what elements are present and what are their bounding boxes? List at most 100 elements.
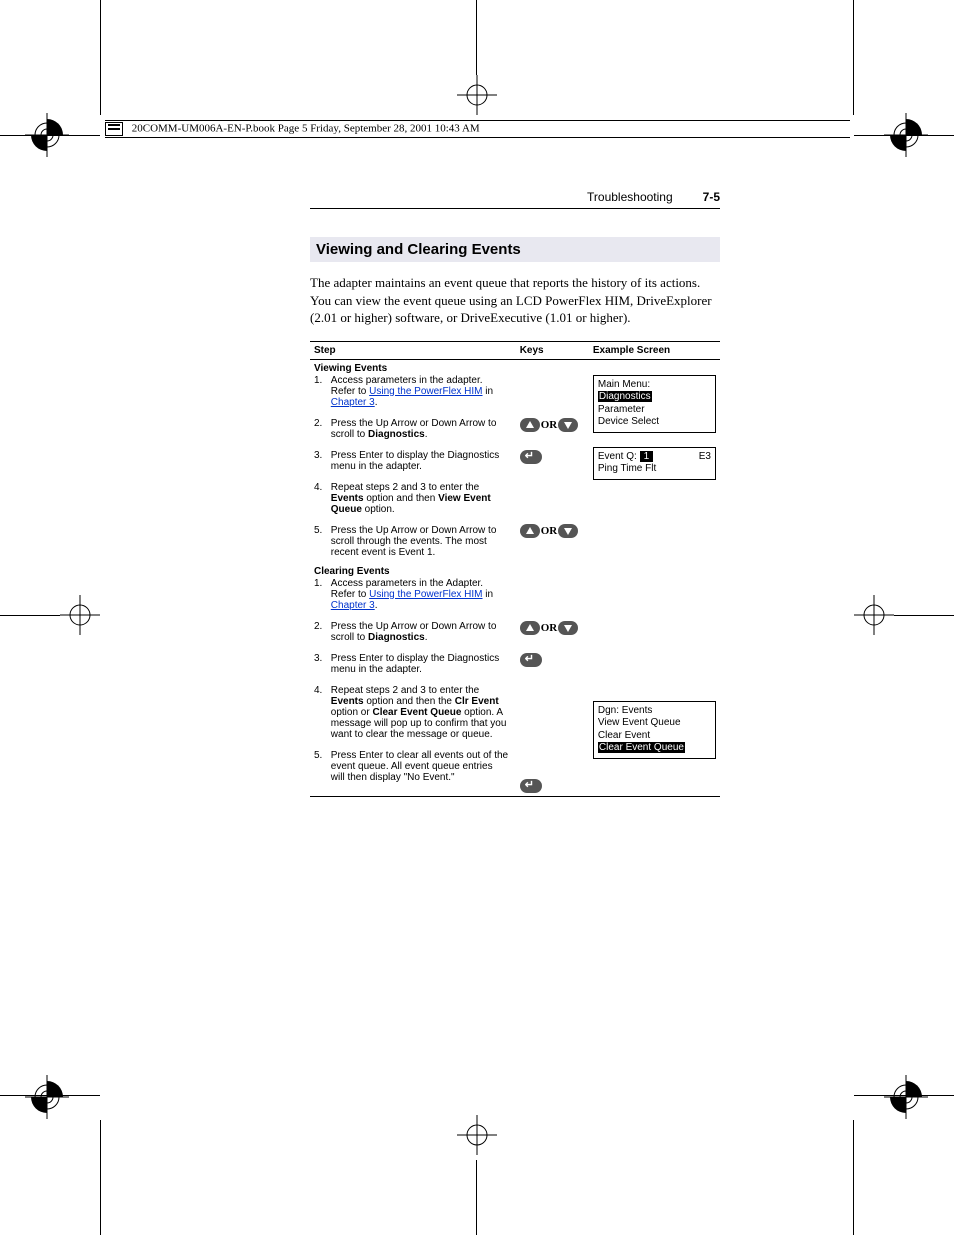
page: 20COMM-UM006A-EN-P.book Page 5 Friday, S… <box>0 0 954 1235</box>
lcd-main-menu: Main Menu: Diagnostics Parameter Device … <box>593 375 716 433</box>
running-header: Troubleshooting 7-5 <box>310 190 720 209</box>
step-text-bold: Clear Event Queue <box>372 707 461 718</box>
link-chapter-3[interactable]: Chapter 3 <box>331 600 375 611</box>
steps-table: Step Keys Example Screen Viewing Events … <box>310 341 720 797</box>
up-arrow-key-icon <box>520 418 540 432</box>
down-arrow-key-icon <box>558 621 578 635</box>
intro-paragraph: The adapter maintains an event queue tha… <box>310 274 720 327</box>
clearing-step-1: 1. Access parameters in the Adapter. Ref… <box>314 578 512 611</box>
keys-up-or-down: OR <box>520 524 585 538</box>
step-text: in <box>483 386 494 397</box>
clearing-heading: Clearing Events <box>314 566 512 578</box>
col-header-keys: Keys <box>516 341 589 359</box>
crop-line <box>100 0 101 115</box>
link-chapter-3[interactable]: Chapter 3 <box>331 397 375 408</box>
crop-line <box>476 1160 477 1235</box>
content-area: Troubleshooting 7-5 Viewing and Clearing… <box>310 190 720 797</box>
lcd-line: Main Menu: <box>598 379 711 392</box>
step-text: Press the Up Arrow or Down Arrow to scro… <box>331 525 509 558</box>
lcd-dgn-events: Dgn: Events View Event Queue Clear Event… <box>593 701 716 759</box>
link-using-powerflex-him[interactable]: Using the PowerFlex HIM <box>369 386 482 397</box>
crosshair-icon <box>55 590 105 640</box>
col-header-step: Step <box>310 341 516 359</box>
enter-key-icon <box>520 653 542 667</box>
viewing-heading: Viewing Events <box>314 363 512 375</box>
page-number: 7-5 <box>703 190 720 204</box>
crop-line <box>0 135 100 136</box>
clearing-step-5: 5. Press Enter to clear all events out o… <box>314 750 512 783</box>
keys-enter <box>520 450 585 464</box>
lcd-line: Ping Time Flt <box>598 463 711 476</box>
crop-line <box>853 0 854 115</box>
clearing-step-2: 2. Press the Up Arrow or Down Arrow to s… <box>314 621 512 643</box>
step-text: . <box>375 397 378 408</box>
or-label: OR <box>541 622 558 634</box>
crosshair-icon <box>452 1110 502 1160</box>
lcd-highlight: 1 <box>640 451 654 462</box>
clearing-step-4: 4. Repeat steps 2 and 3 to enter the Eve… <box>314 685 512 740</box>
lcd-highlight: Clear Event Queue <box>598 742 685 753</box>
step-text: . <box>425 429 428 440</box>
viewing-step-2: 2. Press the Up Arrow or Down Arrow to s… <box>314 418 512 440</box>
lcd-event-queue: Event Q: 1 E3 Ping Time Flt <box>593 447 716 480</box>
or-label: OR <box>541 419 558 431</box>
viewing-step-1: 1. Access parameters in the adapter. Ref… <box>314 375 512 408</box>
step-text: Press Enter to clear all events out of t… <box>331 750 509 783</box>
step-text: option. <box>362 504 395 515</box>
enter-key-icon <box>520 450 542 464</box>
link-using-powerflex-him[interactable]: Using the PowerFlex HIM <box>369 589 482 600</box>
step-text: Press Enter to display the Diagnostics m… <box>331 653 509 675</box>
up-arrow-key-icon <box>520 524 540 538</box>
registration-mark-icon <box>879 1070 934 1125</box>
lcd-text: E3 <box>699 451 711 464</box>
crop-line <box>854 135 954 136</box>
keys-up-or-down: OR <box>520 621 585 635</box>
step-text: Repeat steps 2 and 3 to enter the <box>331 685 479 696</box>
keys-up-or-down: OR <box>520 418 585 432</box>
viewing-step-5: 5. Press the Up Arrow or Down Arrow to s… <box>314 525 512 558</box>
step-text: Press Enter to display the Diagnostics m… <box>331 450 509 472</box>
crop-line <box>853 1120 854 1235</box>
step-text: option or <box>331 707 373 718</box>
lcd-line: View Event Queue <box>598 717 711 730</box>
step-text: Repeat steps 2 and 3 to enter the <box>331 482 479 493</box>
down-arrow-key-icon <box>558 418 578 432</box>
lcd-line: Dgn: Events <box>598 705 711 718</box>
crosshair-icon <box>452 70 502 120</box>
up-arrow-key-icon <box>520 621 540 635</box>
registration-mark-icon <box>20 1070 75 1125</box>
step-text-bold: Events <box>331 493 364 504</box>
col-header-screen: Example Screen <box>589 341 720 359</box>
crop-line <box>0 1095 100 1096</box>
section-name: Troubleshooting <box>587 190 673 204</box>
keys-enter <box>520 779 585 793</box>
keys-enter <box>520 653 585 667</box>
crop-line <box>100 1120 101 1235</box>
book-icon <box>105 122 123 136</box>
enter-key-icon <box>520 779 542 793</box>
crop-line <box>854 1095 954 1096</box>
step-text-bold: Diagnostics <box>368 632 425 643</box>
crop-line <box>476 0 477 75</box>
viewing-step-3: 3. Press Enter to display the Diagnostic… <box>314 450 512 472</box>
viewing-step-4: 4. Repeat steps 2 and 3 to enter the Eve… <box>314 482 512 515</box>
lcd-text: Event Q: <box>598 451 637 462</box>
crosshair-icon <box>849 590 899 640</box>
step-text-bold: Diagnostics <box>368 429 425 440</box>
lcd-line: Device Select <box>598 416 711 429</box>
step-text: in <box>483 589 494 600</box>
step-text: . <box>375 600 378 611</box>
step-text: option and then <box>364 493 439 504</box>
step-text-bold: Events <box>331 696 364 707</box>
lcd-line: Parameter <box>598 404 711 417</box>
lcd-line: Event Q: 1 E3 <box>598 451 711 464</box>
step-text: . <box>425 632 428 643</box>
clearing-step-3: 3. Press Enter to display the Diagnostic… <box>314 653 512 675</box>
lcd-highlight: Diagnostics <box>598 391 652 402</box>
print-header: 20COMM-UM006A-EN-P.book Page 5 Friday, S… <box>105 120 850 138</box>
lcd-line: Clear Event <box>598 730 711 743</box>
crop-line <box>0 615 60 616</box>
crop-line <box>894 615 954 616</box>
or-label: OR <box>541 525 558 537</box>
down-arrow-key-icon <box>558 524 578 538</box>
